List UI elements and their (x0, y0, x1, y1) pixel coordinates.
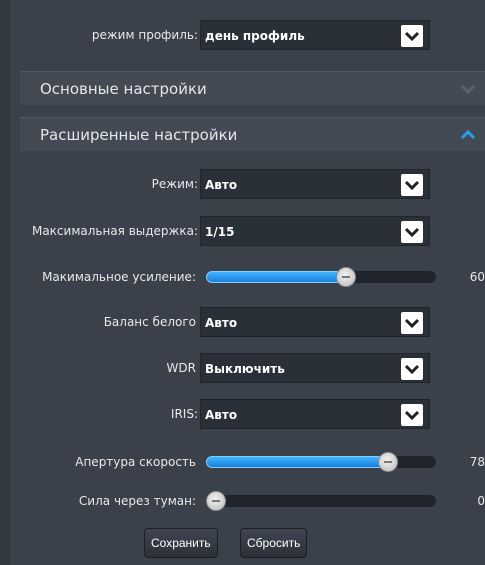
wdr-row: WDR Выключить (10, 353, 485, 383)
chevron-up-icon[interactable] (459, 126, 477, 148)
aperture-speed-slider[interactable] (206, 452, 436, 472)
mode-value: Авто (205, 178, 238, 192)
slider-thumb[interactable] (206, 491, 226, 511)
defog-strength-value: 0 (477, 494, 485, 508)
slider-thumb[interactable] (336, 267, 357, 287)
white-balance-row: Баланс белого Авто (10, 307, 485, 337)
max-gain-value: 60 (469, 270, 485, 284)
max-shutter-select[interactable]: 1/15 (200, 216, 430, 246)
chevron-down-icon[interactable] (401, 404, 423, 426)
reset-button[interactable]: Сбросить (240, 528, 308, 558)
defog-strength-label: Сила через туман: (78, 494, 196, 508)
defog-strength-slider[interactable] (206, 491, 436, 511)
section-basic-title: Основные настройки (40, 80, 207, 98)
iris-value: Авто (205, 408, 238, 422)
slider-track (206, 495, 436, 507)
aperture-speed-label: Апертура скорость (75, 455, 196, 469)
chevron-down-icon[interactable] (401, 174, 423, 196)
max-gain-label: Макимальное усиление: (42, 270, 196, 284)
max-gain-slider[interactable] (206, 267, 436, 287)
chevron-down-icon[interactable] (401, 221, 423, 243)
section-basic-settings[interactable]: Основные настройки (20, 71, 485, 105)
profile-mode-label: режим профиль: (91, 28, 198, 42)
wdr-select[interactable]: Выключить (200, 353, 430, 383)
section-advanced-title: Расширенные настройки (40, 126, 238, 144)
slider-fill (206, 456, 389, 468)
chevron-down-icon[interactable] (401, 25, 423, 47)
max-gain-row: Макимальное усиление: 60 (10, 262, 485, 292)
profile-mode-value: день профиль (205, 29, 305, 43)
aperture-speed-value: 78 (469, 455, 485, 469)
max-shutter-value: 1/15 (205, 225, 235, 239)
slider-thumb[interactable] (378, 452, 399, 472)
white-balance-value: Авто (205, 316, 238, 330)
chevron-down-icon[interactable] (459, 80, 477, 102)
white-balance-label: Баланс белого (103, 315, 196, 329)
slider-fill (206, 271, 347, 283)
iris-row: IRIS: Авто (10, 399, 485, 429)
save-button[interactable]: Сохранить (144, 528, 218, 558)
profile-mode-row: режим профиль: день профиль (10, 20, 485, 50)
mode-select[interactable]: Авто (200, 169, 430, 199)
chevron-down-icon[interactable] (401, 358, 423, 380)
iris-label: IRIS: (170, 407, 198, 421)
aperture-speed-row: Апертура скорость 78 (10, 447, 485, 477)
defog-strength-row: Сила через туман: 0 (10, 486, 485, 516)
max-shutter-row: Максимальная выдержка: 1/15 (10, 216, 485, 246)
mode-row: Режим: Авто (10, 169, 485, 199)
mode-label: Режим: (151, 177, 198, 191)
chevron-down-icon[interactable] (401, 312, 423, 334)
wdr-label: WDR (166, 361, 196, 375)
wdr-value: Выключить (205, 362, 285, 376)
settings-panel: режим профиль: день профиль Основные нас… (10, 0, 485, 565)
max-shutter-label: Максимальная выдержка: (31, 224, 198, 238)
section-advanced-settings[interactable]: Расширенные настройки (20, 117, 485, 151)
iris-select[interactable]: Авто (200, 399, 430, 429)
profile-mode-select[interactable]: день профиль (200, 20, 430, 50)
white-balance-select[interactable]: Авто (200, 307, 430, 337)
